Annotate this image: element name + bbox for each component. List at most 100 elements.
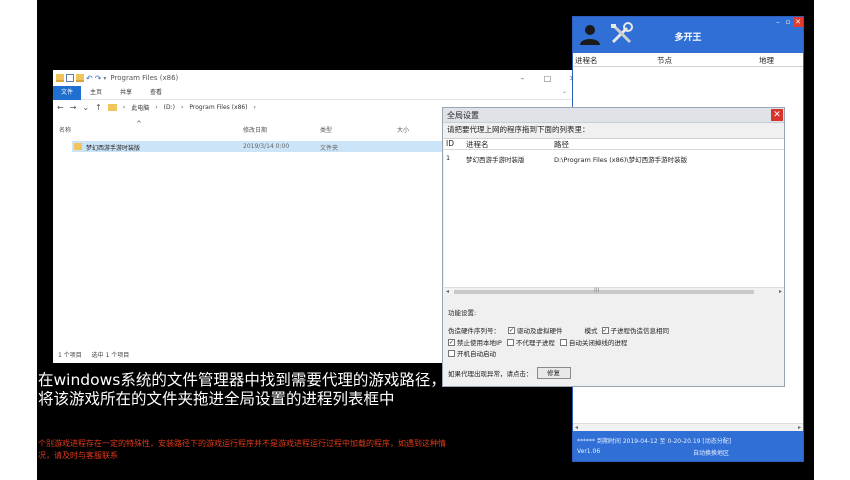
chevron-right-icon: › [155,104,158,111]
child-same-label: 子进程伪造信息相同 [610,327,670,335]
row-process: 梦幻西游手游时装版 [466,156,525,164]
redo-icon[interactable]: ↷ [95,74,102,83]
tutorial-canvas: ↶ ↷ ▾ Program Files (x86) – □ ✕ 文件 主页 共享… [37,0,814,480]
breadcrumb-this-pc[interactable]: 此电脑 [131,103,149,112]
scroll-right-icon[interactable]: ▸ [798,424,801,431]
disable-local-ip-label: 禁止使用本地IP [457,339,502,347]
region-text[interactable]: 自动换换地区 [693,448,729,457]
checkbox-auto-close[interactable] [559,338,567,346]
driver-label: 驱动及虚拟硬件 [517,327,563,335]
file-type: 文件夹 [320,145,339,152]
up-arrow-icon[interactable]: ↑ [95,103,102,112]
row-path: D:\Program Files (x86)\梦幻西游手游时装版 [554,156,688,164]
horizontal-scrollbar[interactable]: ◂ ▸ [573,423,803,431]
scroll-thumb[interactable] [454,290,754,294]
chevron-right-icon: › [180,104,184,111]
column-path[interactable]: 路径 [554,139,569,150]
repair-row: 如果代理出现异常，请点击： 修复 [448,367,571,379]
close-button[interactable]: ✕ [793,17,803,27]
checkbox-autostart[interactable] [448,349,455,357]
column-geo[interactable]: 地理 [759,55,774,66]
tab-home[interactable]: 主页 [81,86,111,100]
option-row-3: 开机自动启动 [448,348,496,358]
column-size[interactable]: 大小 [397,125,409,134]
minimize-button[interactable]: – [510,74,535,83]
scroll-left-icon[interactable]: ◂ [575,424,578,431]
autostart-label: 开机自动启动 [457,350,496,358]
column-type[interactable]: 类型 [320,125,332,134]
app-header: 多开王 – ▫ ✕ [573,17,803,53]
version-text: Ver1.06 [577,448,601,455]
tutorial-caption: 在windows系统的文件管理器中找到需要代理的游戏路径，将该游戏所在的文件夹拖… [38,371,446,408]
tab-file[interactable]: 文件 [53,85,82,100]
dialog-title: 全局设置 [447,111,479,120]
column-node[interactable]: 节点 [657,55,672,66]
expand-ribbon-icon[interactable]: ⌄ [562,88,567,95]
selected-count: 选中 1 个项目 [91,352,130,359]
auto-close-label: 自动关闭掉线的进程 [568,339,628,347]
option-row-2: ✓ 禁止使用本地IP 不代理子进程 自动关闭掉线的进程 [448,337,627,347]
chevron-right-icon: › [122,104,126,111]
ribbon-tabs: 文件 主页 共享 查看 ⌄ ? [53,85,585,100]
breadcrumb-folder[interactable]: Program Files (x86) [189,104,247,111]
file-name: 梦幻西游手游时装版 [86,145,141,152]
horizontal-scrollbar[interactable]: ◂ III ▸ [444,287,784,295]
back-arrow-icon[interactable]: ← [57,103,64,112]
status-bar: 1 个项目 选中 1 个项目 [58,350,137,359]
grip-icon: III [594,287,600,294]
quick-access-toolbar: ↶ ↷ ▾ [56,74,106,83]
customize-dropdown-icon[interactable]: ▾ [103,75,106,82]
repair-button[interactable]: 修复 [536,367,571,379]
process-list[interactable]: ID 进程名 路径 1 梦幻西游手游时装版 D:\Program Files (… [444,138,784,295]
file-modified: 2019/3/14 0:00 [243,143,290,150]
drag-instruction: 请把要代理上网的程序拖到下面的列表里： [447,125,590,134]
new-folder-icon[interactable] [76,74,84,82]
option-row-1: 伪造硬件序列号： ✓ 驱动及虚拟硬件 模式 ✓ 子进程伪造信息相同 [448,325,669,335]
folder-icon [107,104,117,111]
global-settings-dialog: 全局设置 ✕ 请把要代理上网的程序拖到下面的列表里： ID 进程名 路径 1 梦… [442,107,785,387]
item-count: 1 个项目 [58,352,82,359]
fake-hardware-label: 伪造硬件序列号： [448,327,500,335]
tutorial-note: 个别游戏进程存在一定的特殊性，安装路径下的游戏运行程序并不是游戏进程运行过程中加… [38,439,446,460]
process-list-header: ID 进程名 路径 [444,139,784,150]
scroll-left-icon[interactable]: ◂ [446,288,449,295]
scroll-right-icon[interactable]: ▸ [779,288,782,295]
checkbox-child-same[interactable]: ✓ [601,326,609,334]
chevron-right-icon: › [253,104,256,111]
column-process-name[interactable]: 进程名 [466,139,489,150]
table-row[interactable]: 1 梦幻西游手游时装版 D:\Program Files (x86)\梦幻西游手… [444,153,784,164]
checkbox-driver[interactable]: ✓ [508,326,515,334]
app-status-footer: ****** 到期时间 2019-04-12 至 0-20-20.19 [动态分… [573,431,803,461]
restore-button[interactable]: ▫ [783,17,793,27]
column-modified[interactable]: 修改日期 [243,125,267,134]
forward-arrow-icon[interactable]: → [70,103,77,112]
undo-icon[interactable]: ↶ [86,74,93,83]
no-proxy-child-label: 不代理子进程 [515,339,555,347]
folder-icon [74,143,82,150]
app-title: 多开王 [674,33,702,43]
column-name[interactable]: 名称 [59,125,71,134]
tab-view[interactable]: 查看 [141,86,171,100]
column-id[interactable]: ID [446,139,454,148]
window-title: Program Files (x86) [110,74,179,82]
dialog-title-bar: 全局设置 ✕ [443,108,784,123]
close-button[interactable]: ✕ [771,109,783,121]
minimize-button[interactable]: – [773,17,783,27]
expiry-text: ****** 到期时间 2019-04-12 至 0-20-20.19 [动态分… [577,438,732,445]
tab-share[interactable]: 共享 [111,86,141,100]
mode-label: 模式 [584,327,598,335]
maximize-button[interactable]: □ [535,74,560,83]
function-settings-label: 功能设置: [448,309,477,317]
folder-icon [56,74,64,82]
checkbox-no-proxy-child[interactable] [506,338,514,346]
breadcrumb-drive[interactable]: (D:) [164,104,175,111]
column-process[interactable]: 进程名 [575,55,598,66]
checkbox-disable-local-ip[interactable]: ✓ [448,338,455,346]
process-list-header: 进程名 节点 地理 [573,53,803,67]
row-id: 1 [446,154,451,162]
properties-icon[interactable] [66,74,74,82]
explorer-title-bar: ↶ ↷ ▾ Program Files (x86) – □ ✕ [53,70,585,86]
recent-dropdown-icon[interactable]: ⌄ [82,103,89,112]
repair-hint: 如果代理出现异常，请点击： [448,370,533,378]
sort-up-icon: ^ [136,120,142,128]
